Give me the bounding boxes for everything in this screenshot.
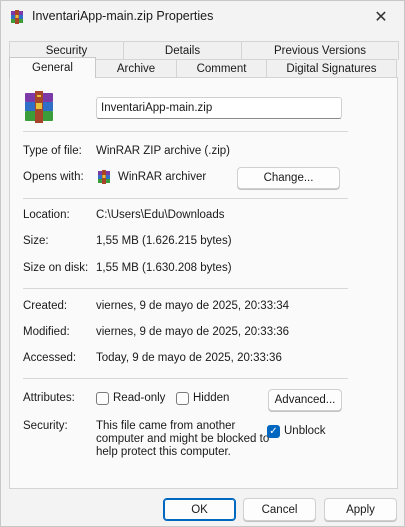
divider — [23, 198, 348, 199]
unblock-checkbox[interactable]: ✓ — [267, 425, 280, 438]
attributes-label: Attributes: — [23, 392, 75, 404]
tab-previous-versions[interactable]: Previous Versions — [241, 41, 399, 60]
winrar-icon — [11, 10, 23, 24]
hidden-label: Hidden — [193, 392, 230, 404]
general-panel: Type of file: WinRAR ZIP archive (.zip) … — [9, 77, 398, 489]
tab-archive[interactable]: Archive — [95, 59, 177, 78]
location-value: C:\Users\Edu\Downloads — [96, 209, 225, 221]
tab-row-front: General Archive Comment Digital Signatur… — [9, 57, 397, 78]
hidden-checkbox[interactable] — [176, 392, 189, 405]
size-on-disk-value: 1,55 MB (1.630.208 bytes) — [96, 262, 232, 274]
accessed-label: Accessed: — [23, 352, 77, 364]
security-text: computer and might be blocked to — [96, 433, 270, 445]
size-label: Size: — [23, 235, 49, 247]
close-icon: ✕ — [374, 9, 388, 26]
change-button[interactable]: Change... — [237, 167, 340, 189]
readonly-checkbox[interactable] — [96, 392, 109, 405]
location-label: Location: — [23, 209, 70, 221]
type-label: Type of file: — [23, 145, 82, 157]
apply-button[interactable]: Apply — [324, 498, 397, 521]
unblock-label: Unblock — [284, 425, 326, 437]
divider — [23, 378, 348, 379]
divider — [23, 131, 348, 132]
created-label: Created: — [23, 300, 68, 312]
cancel-button[interactable]: Cancel — [243, 498, 316, 521]
size-value: 1,55 MB (1.626.215 bytes) — [96, 235, 232, 247]
security-label: Security: — [23, 420, 68, 432]
size-on-disk-label: Size on disk: — [23, 262, 89, 274]
type-value: WinRAR ZIP archive (.zip) — [96, 145, 230, 157]
modified-value: viernes, 9 de mayo de 2025, 20:33:36 — [96, 326, 290, 338]
close-button[interactable]: ✕ — [358, 1, 404, 33]
winrar-archive-icon — [25, 91, 53, 123]
title-bar[interactable]: InventariApp-main.zip Properties ✕ — [1, 1, 404, 33]
tab-digital-signatures[interactable]: Digital Signatures — [266, 59, 397, 78]
created-value: viernes, 9 de mayo de 2025, 20:33:34 — [96, 300, 290, 312]
modified-label: Modified: — [23, 326, 70, 338]
winrar-icon — [98, 170, 110, 184]
properties-window: InventariApp-main.zip Properties ✕ Secur… — [0, 0, 405, 527]
advanced-button[interactable]: Advanced... — [268, 389, 342, 411]
security-text: This file came from another — [96, 420, 236, 432]
opens-with-value: WinRAR archiver — [118, 171, 207, 183]
tab-comment[interactable]: Comment — [176, 59, 267, 78]
window-title: InventariApp-main.zip Properties — [32, 9, 214, 23]
checkmark-icon: ✓ — [269, 426, 278, 437]
readonly-label: Read-only — [113, 392, 166, 404]
tab-details[interactable]: Details — [123, 41, 242, 60]
divider — [23, 288, 348, 289]
opens-with-label: Opens with: — [23, 171, 84, 183]
file-name-input[interactable] — [96, 97, 342, 119]
security-text: help protect this computer. — [96, 446, 231, 458]
tab-general[interactable]: General — [9, 57, 96, 78]
accessed-value: Today, 9 de mayo de 2025, 20:33:36 — [96, 352, 282, 364]
ok-button[interactable]: OK — [163, 498, 236, 521]
